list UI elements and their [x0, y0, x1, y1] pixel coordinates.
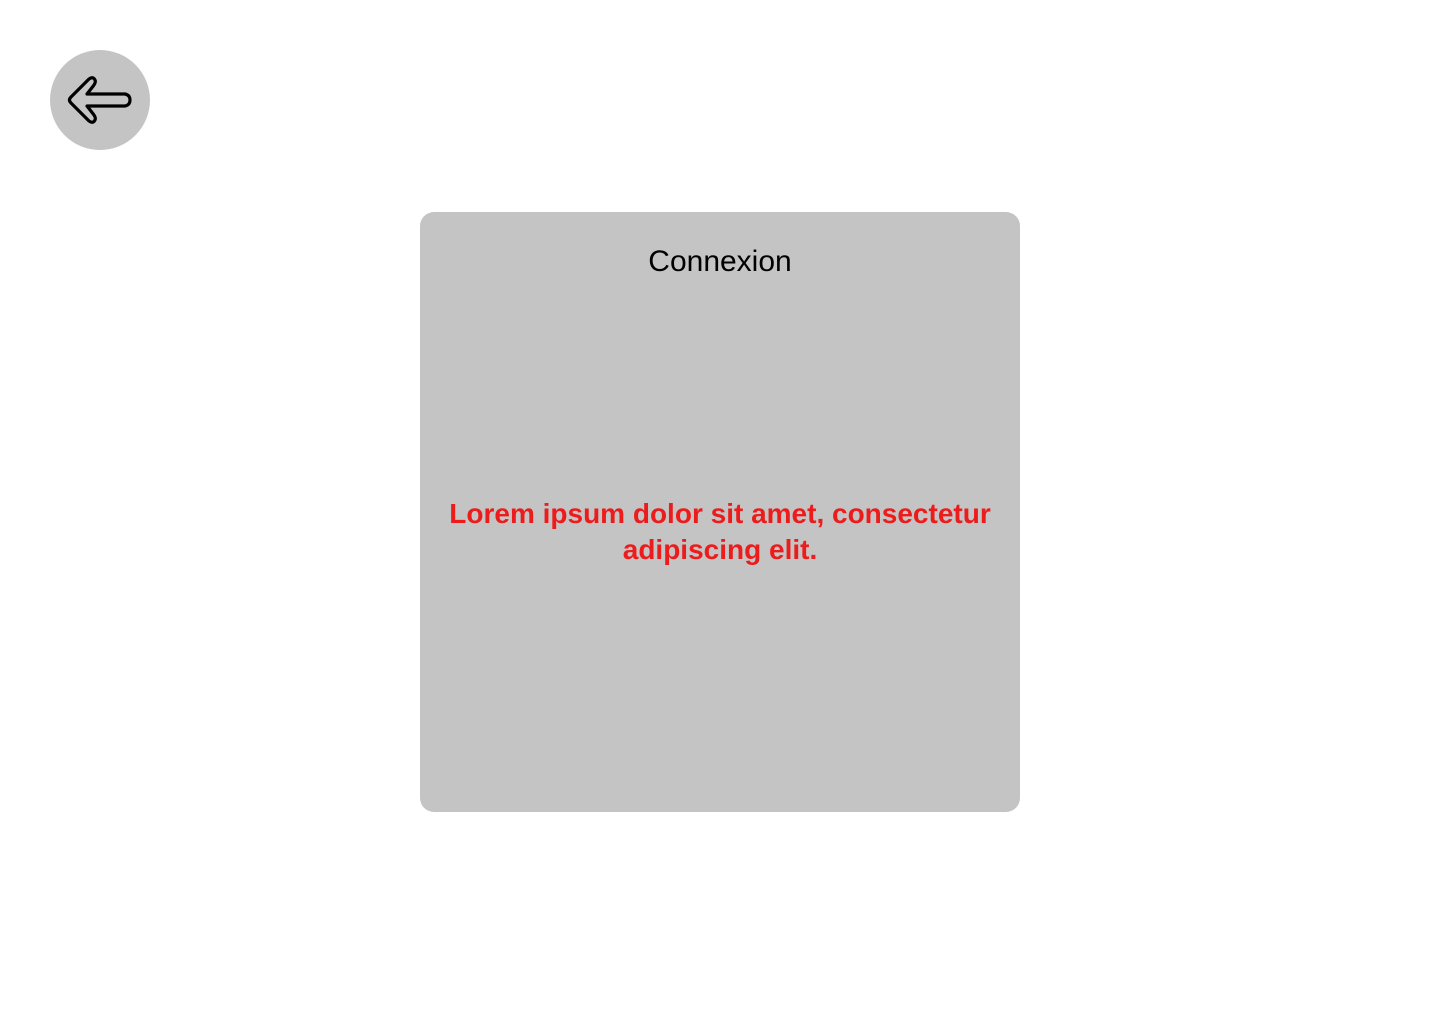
card-title: Connexion [648, 245, 792, 278]
back-button[interactable] [50, 50, 150, 150]
arrow-left-icon [67, 75, 133, 125]
login-card: Connexion Lorem ipsum dolor sit amet, co… [420, 212, 1020, 812]
error-message: Lorem ipsum dolor sit amet, consectetur … [449, 498, 991, 565]
